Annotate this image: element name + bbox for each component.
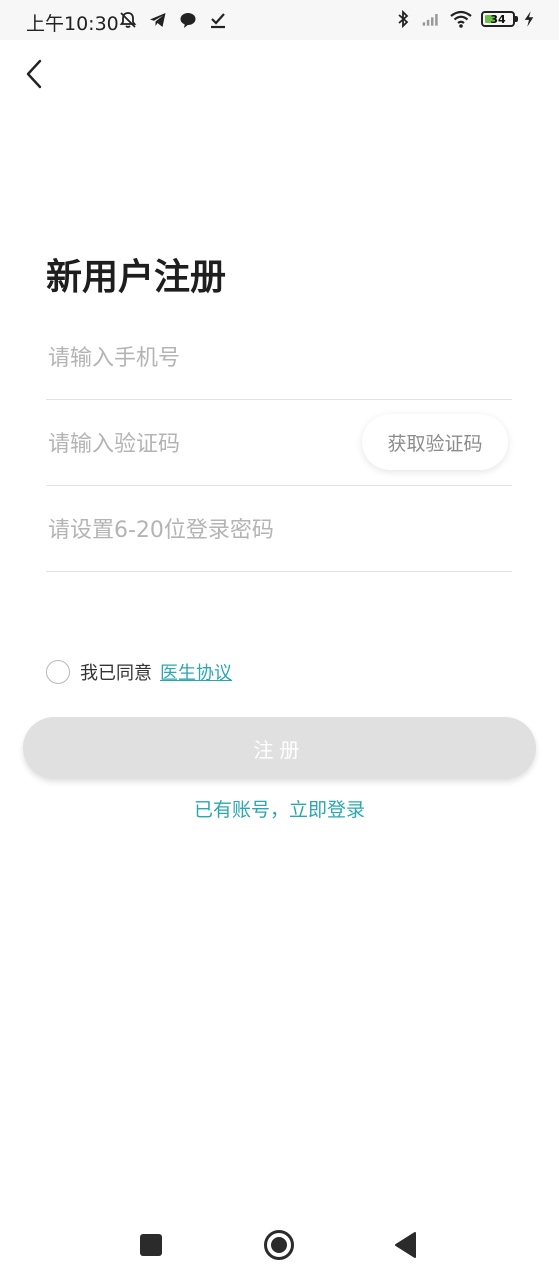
phone-input[interactable]	[46, 316, 348, 400]
agreement-row: 我已同意 医生协议	[46, 658, 232, 686]
password-input[interactable]	[46, 488, 348, 572]
triangle-back-icon	[395, 1232, 416, 1258]
status-bar: 上午10:30 34	[0, 0, 559, 40]
verification-code-input[interactable]	[46, 402, 348, 486]
battery-level: 34	[490, 12, 506, 26]
status-time: 上午10:30	[26, 13, 119, 35]
recents-button[interactable]	[134, 1228, 168, 1262]
circle-home-icon	[264, 1230, 294, 1260]
mute-bell-icon	[119, 12, 137, 28]
charging-icon	[524, 11, 534, 27]
register-button[interactable]: 注册	[23, 717, 536, 779]
get-code-button[interactable]: 获取验证码	[362, 414, 508, 470]
login-link[interactable]: 已有账号，立即登录	[0, 795, 559, 822]
signal-icon	[422, 14, 438, 26]
chat-bubble-icon	[180, 13, 196, 28]
code-field-row: 获取验证码	[46, 402, 512, 486]
chevron-left-icon	[26, 59, 42, 89]
square-recents-icon	[140, 1234, 162, 1256]
bluetooth-icon	[398, 9, 409, 29]
download-check-icon	[211, 13, 225, 29]
home-button[interactable]	[262, 1228, 296, 1262]
wifi-icon	[450, 10, 472, 28]
agreement-checkbox[interactable]	[46, 660, 70, 684]
phone-field-row	[46, 316, 512, 400]
status-system-icons: 34	[393, 9, 535, 29]
telegram-icon	[150, 13, 166, 27]
doctor-agreement-link[interactable]: 医生协议	[160, 659, 232, 685]
back-button[interactable]	[14, 54, 54, 94]
system-nav-bar	[0, 1210, 559, 1280]
nav-back-button[interactable]	[389, 1228, 423, 1262]
password-field-row	[46, 488, 512, 572]
status-notification-icons	[118, 10, 228, 30]
agreement-prefix: 我已同意	[80, 663, 152, 684]
page-title: 新用户注册	[46, 257, 227, 298]
battery-icon: 34	[481, 11, 518, 27]
